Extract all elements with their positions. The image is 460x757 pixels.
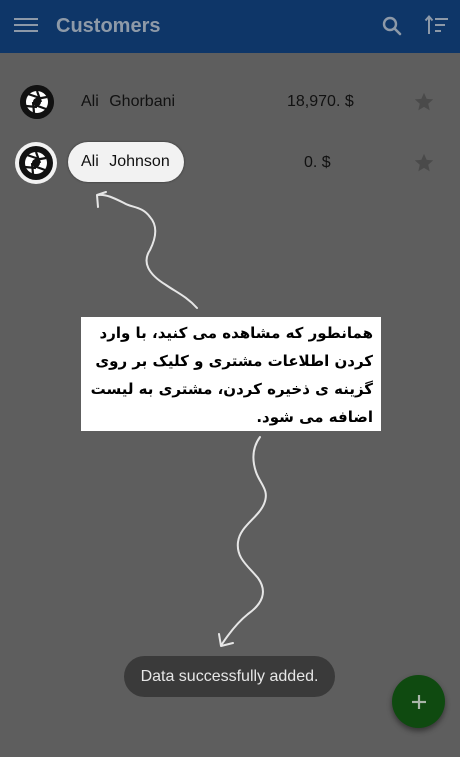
add-customer-button[interactable] (392, 675, 445, 728)
menu-icon[interactable] (14, 15, 38, 35)
customer-amount: 0. $ (304, 154, 331, 171)
customer-name: Ali Johnson (68, 142, 184, 182)
camera-aperture-icon (20, 85, 54, 119)
customer-name: Ali Ghorbani (81, 93, 176, 110)
plus-icon (411, 694, 426, 709)
list-item[interactable]: Ali Johnson 0. $ (0, 133, 460, 193)
app-bar: Customers (0, 0, 460, 53)
list-item[interactable]: Ali Ghorbani 18,970. $ (0, 72, 460, 132)
page-title: Customers (56, 15, 161, 37)
search-icon[interactable] (380, 14, 404, 38)
annotation-note: همانطور که مشاهده می کنید، با وارد کردن … (81, 317, 381, 431)
star-icon[interactable] (413, 91, 435, 113)
sort-icon[interactable] (424, 14, 450, 38)
star-icon[interactable] (413, 152, 435, 174)
toast-message: Data successfully added. (140, 667, 319, 685)
camera-aperture-icon (15, 142, 57, 184)
customer-amount: 18,970. $ (287, 93, 354, 110)
snackbar-toast: Data successfully added. (124, 656, 335, 697)
